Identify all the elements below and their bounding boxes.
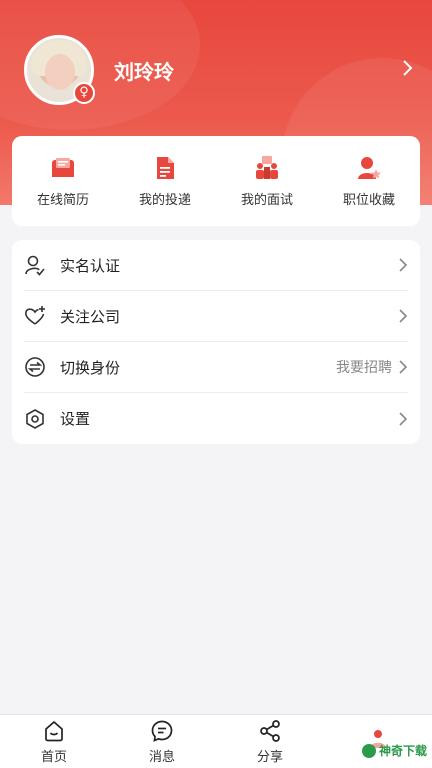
favorite-user-icon [358, 156, 381, 179]
chevron-right-icon[interactable] [402, 58, 414, 82]
quick-action-label: 在线简历 [36, 192, 89, 208]
menu-item-switch-identity[interactable]: 切换身份 我要招聘 [24, 342, 408, 393]
tab-messages[interactable]: 消息 [108, 719, 216, 765]
chevron-right-icon [399, 411, 408, 426]
resume-icon [52, 157, 74, 177]
chevron-right-icon [399, 258, 408, 272]
menu-item-follow-company[interactable]: 关注公司 [24, 291, 408, 342]
message-icon [151, 720, 173, 742]
quick-action-interviews[interactable]: 我的面试 [216, 155, 318, 208]
quick-action-deliveries[interactable]: 我的投递 [114, 155, 216, 208]
settings-hexagon-icon [26, 408, 44, 429]
username: 刘玲玲 [114, 59, 174, 84]
gender-female-icon: ♀ [73, 82, 95, 104]
avatar[interactable]: ♀ [24, 35, 95, 105]
avatar-face [45, 54, 75, 90]
menu-item-settings[interactable]: 设置 [24, 393, 408, 444]
quick-action-resume[interactable]: 在线简历 [12, 155, 114, 208]
quick-action-favorites[interactable]: 职位收藏 [318, 155, 420, 208]
chevron-right-icon [399, 360, 408, 374]
bottom-tab-bar: 首页 消息 分享 [0, 714, 432, 768]
profile-row[interactable]: ♀ 刘玲玲 [24, 34, 416, 106]
settings-menu-card: 实名认证 关注公司 切换身份 我要招聘 设置 [12, 240, 420, 444]
menu-item-label: 切换身份 [60, 358, 121, 377]
quick-actions-card: 在线简历 我的投递 我的面试 职位收藏 [12, 136, 420, 226]
quick-action-label: 职位收藏 [342, 192, 395, 208]
menu-item-value: 我要招聘 [336, 360, 392, 376]
quick-action-label: 我的面试 [240, 192, 293, 208]
watermark-text: 神奇下载 [379, 744, 428, 758]
menu-item-verify[interactable]: 实名认证 [24, 240, 408, 291]
tab-label: 首页 [40, 749, 67, 765]
chevron-right-icon [399, 309, 408, 323]
tab-share[interactable]: 分享 [216, 719, 324, 765]
document-icon [157, 156, 174, 179]
tab-label: 消息 [148, 749, 175, 765]
heart-plus-icon [25, 306, 45, 325]
watermark-logo: 神奇下载 [362, 742, 427, 759]
menu-item-label: 关注公司 [60, 307, 121, 326]
tab-label: 分享 [256, 749, 283, 765]
share-icon [260, 719, 280, 742]
tab-home[interactable]: 首页 [0, 719, 108, 765]
interview-icon [256, 155, 278, 179]
home-icon [45, 720, 63, 741]
user-verify-icon [25, 255, 45, 276]
switch-icon [25, 357, 45, 377]
watermark-icon [362, 743, 376, 758]
menu-item-label: 实名认证 [60, 256, 121, 275]
quick-action-label: 我的投递 [138, 192, 191, 208]
menu-item-label: 设置 [60, 410, 91, 428]
